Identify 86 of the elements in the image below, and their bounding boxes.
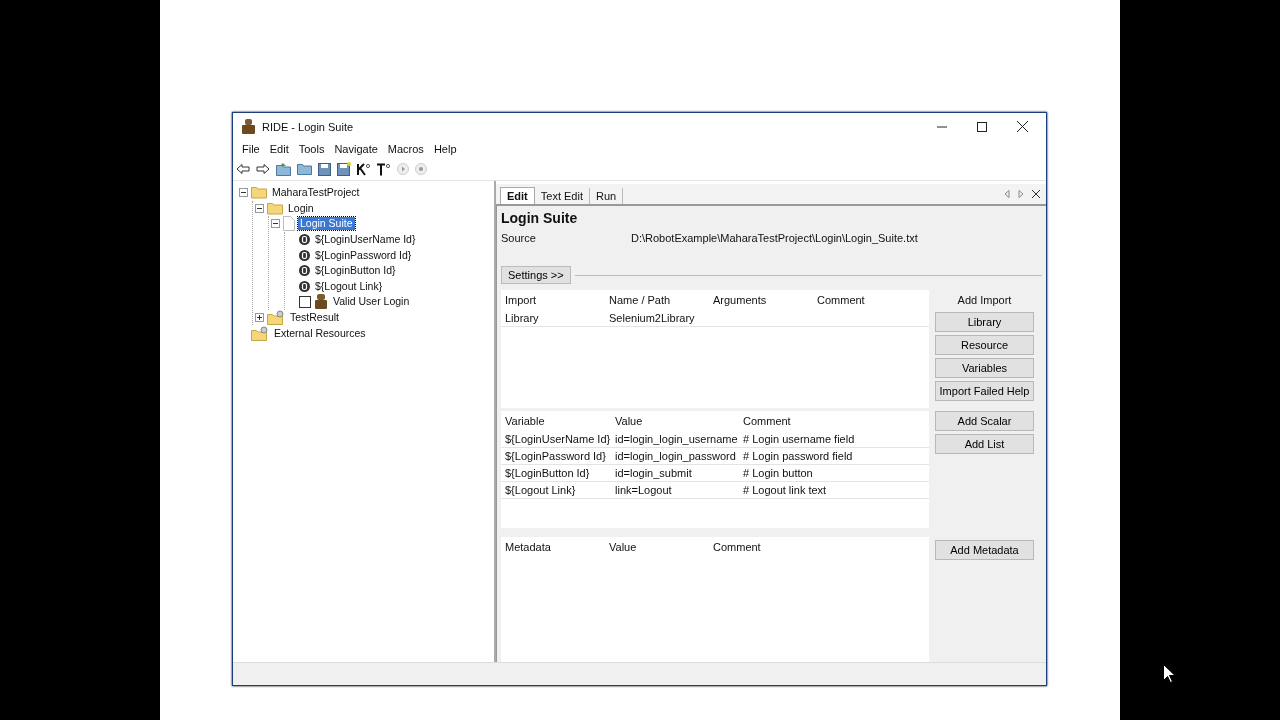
stop-icon[interactable] xyxy=(415,163,427,175)
close-icon[interactable] xyxy=(1032,190,1040,198)
folder-icon xyxy=(267,310,285,326)
dollar-icon xyxy=(299,249,310,261)
table-cell: id=login_login_username xyxy=(615,433,738,445)
tree-item[interactable]: MaharaTestProject xyxy=(270,186,362,200)
folder-icon[interactable] xyxy=(276,162,291,176)
table-cell: # Login button xyxy=(743,467,813,479)
tree-item[interactable]: Login xyxy=(286,201,316,215)
save-icon[interactable] xyxy=(318,162,331,176)
column-header: Variable xyxy=(505,415,546,427)
tree-item[interactable]: ${Logout Link} xyxy=(313,279,385,293)
robot-icon xyxy=(241,119,256,134)
forward-arrow-icon[interactable] xyxy=(256,163,270,175)
button[interactable]: Library xyxy=(935,312,1034,332)
folder-icon xyxy=(251,186,267,200)
button[interactable]: Variables xyxy=(935,358,1034,378)
suite-title: Login Suite xyxy=(501,210,579,226)
dollar-icon xyxy=(299,265,310,277)
tree-item[interactable]: TestResult xyxy=(288,311,342,325)
menu-item[interactable]: Macros xyxy=(382,143,429,155)
table-cell: ${LoginButton Id} xyxy=(505,467,590,479)
column-header: Comment xyxy=(713,541,762,553)
folder-icon xyxy=(267,201,283,215)
right-arrow-icon[interactable] xyxy=(1018,190,1024,198)
column-header: Value xyxy=(615,415,644,427)
column-header: Import xyxy=(505,294,538,306)
button[interactable]: Import Failed Help xyxy=(935,381,1034,401)
back-arrow-icon[interactable] xyxy=(236,163,250,175)
expand-icon[interactable] xyxy=(255,313,264,323)
table-cell: # Login password field xyxy=(743,450,853,462)
robot-icon xyxy=(314,294,328,310)
column-header: Comment xyxy=(743,415,792,427)
close-icon[interactable] xyxy=(1017,121,1028,132)
left-arrow-icon[interactable] xyxy=(1004,190,1010,198)
test-search-icon[interactable] xyxy=(377,162,391,176)
checkbox[interactable] xyxy=(299,295,311,308)
table-cell: ${LoginUserName Id} xyxy=(505,433,611,445)
table-cell: id=login_submit xyxy=(615,467,692,479)
collapse-icon[interactable] xyxy=(255,203,264,213)
menu-item[interactable]: Edit xyxy=(264,143,294,155)
table-cell: id=login_login_password xyxy=(615,450,736,462)
button[interactable]: Add List xyxy=(935,434,1034,454)
settings-button[interactable]: Settings >> xyxy=(501,266,571,284)
table-cell: link=Logout xyxy=(615,484,672,496)
column-header: Value xyxy=(609,541,638,553)
collapse-icon[interactable] xyxy=(239,188,248,198)
table-cell: Library xyxy=(505,312,539,324)
save-all-icon[interactable] xyxy=(337,162,351,176)
column-header: Name / Path xyxy=(609,294,672,306)
tree-item[interactable]: ${LoginUserName Id} xyxy=(313,233,418,247)
play-icon[interactable] xyxy=(397,163,409,175)
menu-item[interactable]: File xyxy=(237,143,265,155)
column-header: Arguments xyxy=(713,294,768,306)
collapse-icon[interactable] xyxy=(271,219,280,229)
button[interactable]: Add Metadata xyxy=(935,540,1034,560)
menu-item[interactable]: Navigate xyxy=(329,143,383,155)
tree-item[interactable]: ${LoginButton Id} xyxy=(313,264,398,278)
dollar-icon xyxy=(299,234,310,246)
source-label: Source xyxy=(501,232,537,244)
table-cell: # Login username field xyxy=(743,433,855,445)
table-cell: ${LoginPassword Id} xyxy=(505,450,606,462)
table-cell: ${Logout Link} xyxy=(505,484,576,496)
button[interactable]: Resource xyxy=(935,335,1034,355)
tab[interactable]: Edit xyxy=(500,187,535,204)
dollar-icon xyxy=(299,280,310,292)
folder-icon[interactable] xyxy=(297,163,312,175)
source-path: D:\RobotExample\MaharaTestProject\Login\Login_Suite.txt xyxy=(631,232,918,244)
keyword-search-icon[interactable] xyxy=(357,162,371,176)
tree-item[interactable]: Login Suite xyxy=(298,217,355,231)
menu-item[interactable]: Help xyxy=(428,143,462,155)
mouse-pointer-icon xyxy=(1163,664,1175,683)
tree-item[interactable]: Valid User Login xyxy=(331,295,412,309)
file-icon xyxy=(283,216,295,232)
button[interactable]: Add Scalar xyxy=(935,411,1034,431)
table-cell: Selenium2Library xyxy=(609,312,695,324)
folder-icon xyxy=(251,325,269,341)
column-header: Comment xyxy=(817,294,866,306)
column-header: Metadata xyxy=(505,541,552,553)
maximize-icon[interactable] xyxy=(977,121,987,132)
tree-item[interactable]: ${LoginPassword Id} xyxy=(313,248,414,262)
tree-item[interactable]: External Resources xyxy=(272,326,368,340)
section-heading: Add Import xyxy=(956,293,1013,308)
table-cell: # Logout link text xyxy=(743,484,827,496)
window-title: RIDE - Login Suite xyxy=(262,120,354,133)
menu-item[interactable]: Tools xyxy=(293,143,330,155)
